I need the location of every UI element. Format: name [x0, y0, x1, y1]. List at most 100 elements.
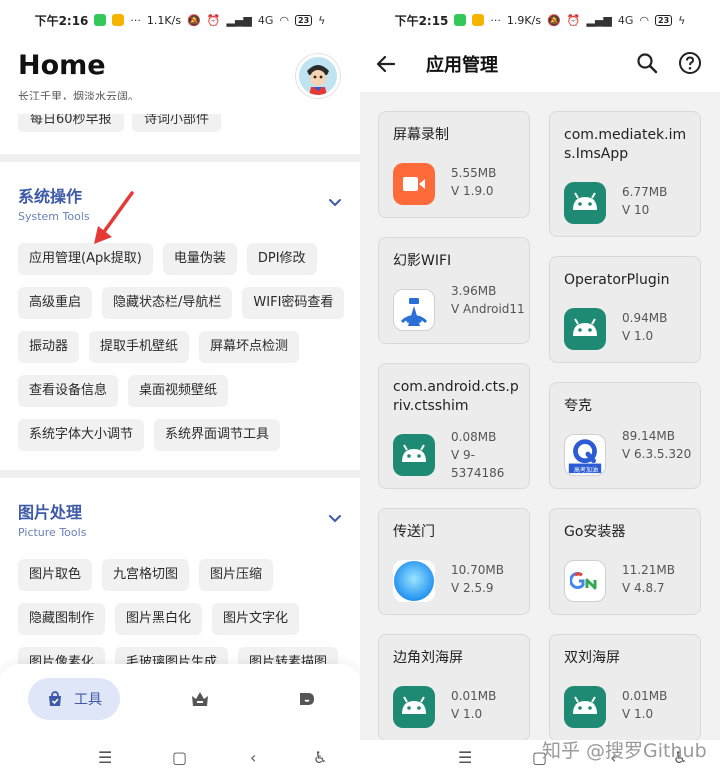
- charging-icon: ϟ: [318, 13, 326, 27]
- chip-battery-fake[interactable]: 电量伪装: [162, 243, 237, 275]
- app-version: V 10: [622, 203, 650, 217]
- chip-dpi[interactable]: DPI修改: [246, 243, 317, 275]
- chevron-down-icon[interactable]: [328, 512, 342, 526]
- chip-dead-pixel[interactable]: 屏幕坏点检测: [199, 331, 300, 363]
- app-size: 6.77MB: [622, 185, 668, 199]
- app-card[interactable]: 夸克 高考加油 89.14MB V 6.3.5.320: [549, 382, 701, 489]
- app-size: 0.94MB: [622, 311, 668, 325]
- app-size: 11.21MB: [622, 563, 675, 577]
- nav-tools-label: 工具: [74, 692, 102, 708]
- chip-hide-bars[interactable]: 隐藏状态栏/导航栏: [102, 287, 233, 319]
- signal-type: 4G: [257, 13, 274, 27]
- app-bar: 应用管理: [360, 40, 720, 92]
- app-name: com.android.cts.priv.ctsshim: [393, 379, 519, 414]
- crown-icon[interactable]: [189, 688, 211, 710]
- back-arrow-icon[interactable]: [374, 52, 398, 76]
- chip-device-info[interactable]: 查看设备信息: [18, 375, 119, 407]
- app-name: 传送门: [393, 524, 435, 540]
- profile-tab-icon[interactable]: [296, 688, 318, 710]
- system-nav-bar: ☰ ▢ ‹ ♿: [0, 740, 360, 780]
- status-bar: 下午2:15 ··· 1.9K/s 🔕 ⏰ ▂▄▆ 4G ◠ 23 ϟ: [360, 0, 720, 40]
- app-version: V 2.5.9: [451, 581, 494, 595]
- app-card[interactable]: 边角刘海屏 0.01MB V 1.0: [378, 634, 530, 741]
- quark-icon: 高考加油: [564, 434, 606, 476]
- section-title-picture: 图片处理: [18, 503, 83, 522]
- wifi-icon: ◠: [639, 13, 650, 27]
- avatar[interactable]: [296, 54, 340, 98]
- chip-grayscale[interactable]: 图片黑白化: [115, 603, 203, 635]
- chip-extract-wallpaper[interactable]: 提取手机壁纸: [89, 331, 190, 363]
- app-size: 0.08MB: [451, 430, 497, 444]
- chip-video-wallpaper[interactable]: 桌面视频壁纸: [128, 375, 229, 407]
- app-card[interactable]: 双刘海屏 0.01MB V 1.0: [549, 634, 701, 741]
- chip-font-size[interactable]: 系统字体大小调节: [18, 419, 145, 451]
- menu-icon[interactable]: ☰: [98, 748, 112, 767]
- nav-tools-tab[interactable]: 工具: [28, 678, 120, 720]
- android-icon: [393, 686, 435, 728]
- app-card[interactable]: com.mediatek.ims.ImsApp 6.77MB V 10: [549, 111, 701, 237]
- page-title: Home: [18, 50, 106, 81]
- notification-app-icon: [454, 14, 467, 26]
- home-square-icon[interactable]: ▢: [172, 748, 187, 767]
- chip-advanced-reboot[interactable]: 高级重启: [18, 287, 93, 319]
- app-size: 89.14MB: [622, 429, 675, 443]
- app-name: com.mediatek.ims.ImsApp: [564, 127, 687, 162]
- menu-icon[interactable]: ☰: [458, 748, 472, 767]
- accessibility-icon[interactable]: ♿: [313, 748, 327, 767]
- app-name: 双刘海屏: [564, 650, 620, 666]
- section-title-system: 系统操作: [18, 187, 83, 206]
- chevron-down-icon[interactable]: [328, 196, 342, 210]
- app-name: OperatorPlugin: [564, 272, 670, 288]
- chip-color-picker[interactable]: 图片取色: [18, 559, 93, 591]
- app-card[interactable]: Go安装器 11.21MB V 4.8.7: [549, 508, 701, 615]
- signal-icon: ▂▄▆: [226, 13, 252, 27]
- app-card[interactable]: 屏幕录制 5.55MB V 1.9.0: [378, 111, 530, 218]
- search-icon[interactable]: [636, 52, 658, 74]
- mute-icon: 🔕: [187, 13, 201, 27]
- chip-image-compress[interactable]: 图片压缩: [199, 559, 274, 591]
- app-card[interactable]: 幻影WIFI 3.96MB V Android11: [378, 237, 530, 344]
- app-card[interactable]: OperatorPlugin 0.94MB V 1.0: [549, 256, 701, 363]
- section-subtitle-system: System Tools: [18, 210, 90, 223]
- signal-type: 4G: [617, 13, 634, 27]
- back-triangle-icon[interactable]: ‹: [250, 748, 256, 767]
- chip-hidden-image[interactable]: 隐藏图制作: [18, 603, 106, 635]
- app-version: V 1.0: [622, 707, 654, 721]
- app-version: V Android11: [451, 302, 525, 316]
- app-version: V 1.0: [451, 707, 483, 721]
- app-size: 5.55MB: [451, 166, 497, 180]
- more-dots-icon: ···: [130, 13, 141, 27]
- section-divider: [0, 154, 360, 162]
- app-name: 屏幕录制: [393, 127, 449, 143]
- system-tools-list: 应用管理(Apk提取) 电量伪装 DPI修改 高级重启 隐藏状态栏/导航栏 WI…: [18, 243, 348, 451]
- chip-ui-tuner[interactable]: 系统界面调节工具: [154, 419, 281, 451]
- page-title: 应用管理: [426, 55, 498, 76]
- app-size: 10.70MB: [451, 563, 504, 577]
- app-card[interactable]: com.android.cts.priv.ctsshim 0.08MB V 9-…: [378, 363, 530, 489]
- battery-icon: 23: [295, 14, 313, 26]
- android-icon: [564, 686, 606, 728]
- chip-wifi-password[interactable]: WIFI密码查看: [242, 287, 345, 319]
- app-size: 0.01MB: [451, 689, 497, 703]
- chip-vibrator[interactable]: 振动器: [18, 331, 80, 363]
- picture-tools-list: 图片取色 九宫格切图 图片压缩 隐藏图制作 图片黑白化 图片文字化 图片像素化 …: [18, 559, 348, 679]
- status-time: 下午2:16: [34, 13, 89, 28]
- chip-image-text[interactable]: 图片文字化: [212, 603, 300, 635]
- record-icon: [393, 163, 435, 205]
- app-name: 夸克: [564, 398, 592, 414]
- help-icon[interactable]: [678, 51, 702, 75]
- section-divider: [0, 470, 360, 478]
- app-version: V 6.3.5.320: [622, 447, 692, 461]
- right-screen: 下午2:15 ··· 1.9K/s 🔕 ⏰ ▂▄▆ 4G ◠ 23 ϟ 应用管理…: [360, 0, 720, 780]
- app-size: 3.96MB: [451, 284, 497, 298]
- status-bar: 下午2:16 ··· 1.1K/s 🔕 ⏰ ▂▄▆ 4G ◠ 23 ϟ: [0, 0, 360, 40]
- quark-badge-label: 高考加油: [573, 467, 598, 474]
- portal-icon: [393, 560, 435, 602]
- notification-app-icon: [472, 14, 485, 26]
- android-icon: [393, 434, 435, 476]
- chip-app-manager[interactable]: 应用管理(Apk提取): [18, 243, 153, 275]
- chip-grid-cut[interactable]: 九宫格切图: [102, 559, 190, 591]
- app-size: 0.01MB: [622, 689, 668, 703]
- app-card[interactable]: 传送门 10.70MB V 2.5.9: [378, 508, 530, 615]
- avatar-icon: [299, 57, 337, 95]
